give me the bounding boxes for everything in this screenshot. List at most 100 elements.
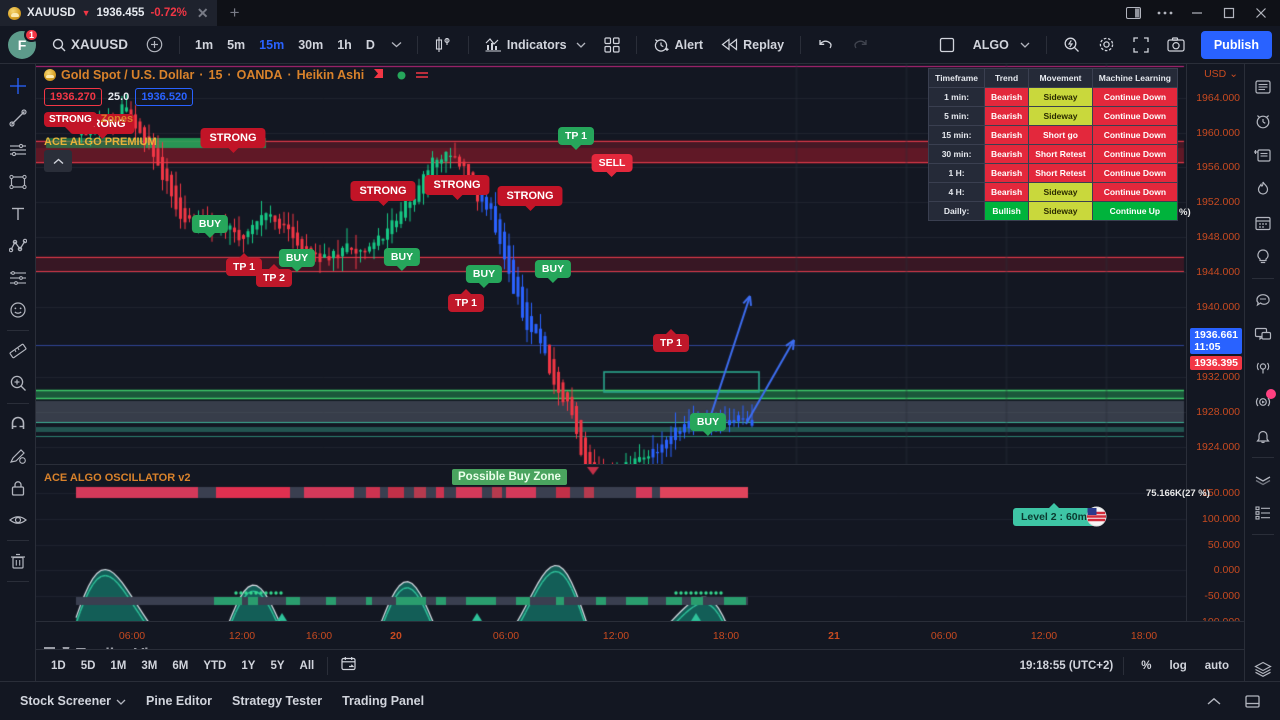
collapse-panel-button[interactable]: [1197, 692, 1231, 711]
price-tick: 1932.000: [1196, 371, 1240, 383]
add-symbol-button[interactable]: [138, 31, 171, 59]
log-scale-button[interactable]: log: [1162, 657, 1193, 675]
range-1M[interactable]: 1M: [103, 657, 133, 675]
cross-cursor-icon[interactable]: [3, 70, 33, 102]
symbol-search-button[interactable]: XAUUSD: [44, 31, 136, 59]
minimize-icon[interactable]: [1182, 0, 1212, 26]
goto-date-button[interactable]: [334, 653, 365, 678]
legend-menu-icon[interactable]: [416, 71, 429, 80]
calendar-icon[interactable]: [1248, 206, 1278, 240]
quick-search-button[interactable]: [1055, 31, 1088, 59]
price-scale-currency[interactable]: USD ⌄: [1204, 68, 1238, 80]
trend-line-icon[interactable]: [3, 102, 33, 134]
divider: [1045, 35, 1047, 54]
range-5Y[interactable]: 5Y: [263, 657, 291, 675]
pattern-tool-icon[interactable]: [3, 230, 33, 262]
range-YTD[interactable]: YTD: [196, 657, 233, 675]
ideas-bulb-icon[interactable]: [1248, 240, 1278, 274]
public-chat-icon[interactable]: [1248, 317, 1278, 351]
cell-trend: Bearish: [983, 106, 1030, 126]
percent-scale-button[interactable]: %: [1134, 657, 1158, 675]
timeframe-more-button[interactable]: [384, 31, 409, 59]
replay-button[interactable]: Replay: [713, 31, 792, 59]
cell-machine-learning: Continue Down: [1091, 106, 1179, 126]
drawing-mode-icon[interactable]: [3, 440, 33, 472]
expand-panel-button[interactable]: [1235, 690, 1270, 713]
range-6M[interactable]: 6M: [165, 657, 195, 675]
timeframe-5m[interactable]: 5m: [220, 31, 252, 59]
undo-button[interactable]: [809, 31, 842, 59]
cell-movement: Sideway: [1028, 106, 1093, 126]
legend-exchange: OANDA: [236, 68, 283, 82]
stream-icon[interactable]: [1248, 385, 1278, 419]
magnet-icon[interactable]: [3, 408, 33, 440]
lock-icon[interactable]: [3, 472, 33, 504]
fullscreen-button[interactable]: [1125, 31, 1157, 59]
legend-collapse-button[interactable]: [44, 150, 72, 172]
timeframe-1m[interactable]: 1m: [188, 31, 220, 59]
hotlist-fire-icon[interactable]: [1248, 172, 1278, 206]
alert-button[interactable]: Alert: [645, 31, 711, 59]
notifications-bell-icon[interactable]: [1248, 419, 1278, 453]
footer-stock-screener[interactable]: Stock Screener: [10, 689, 136, 713]
layout-square-button[interactable]: [931, 31, 963, 59]
legend-title-row[interactable]: Gold Spot / U.S. Dollar · 15 · OANDA · H…: [44, 68, 429, 82]
alerts-clock-icon[interactable]: [1248, 104, 1278, 138]
chat-cloud-icon[interactable]: [1248, 283, 1278, 317]
time-tick: 06:00: [930, 630, 958, 642]
settings-button[interactable]: [1090, 31, 1123, 59]
range-1D[interactable]: 1D: [44, 657, 73, 675]
table-header-row: Timeframe Trend Movement Machine Learning: [928, 68, 1179, 88]
emoji-icon[interactable]: [3, 294, 33, 326]
footer-trading-panel[interactable]: Trading Panel: [332, 689, 434, 713]
range-1Y[interactable]: 1Y: [234, 657, 262, 675]
timeframe-30m[interactable]: 30m: [291, 31, 330, 59]
maximize-icon[interactable]: [1214, 0, 1244, 26]
footer-pine-editor[interactable]: Pine Editor: [136, 689, 222, 713]
timeframe-15m[interactable]: 15m: [252, 31, 291, 59]
timeframe-D[interactable]: D: [359, 31, 382, 59]
hide-drawings-icon[interactable]: [3, 504, 33, 536]
zoom-in-icon[interactable]: [3, 367, 33, 399]
indicators-button[interactable]: Indicators: [477, 31, 594, 59]
trash-icon[interactable]: [3, 545, 33, 577]
new-tab-button[interactable]: +: [218, 3, 252, 23]
publish-button[interactable]: Publish: [1200, 30, 1272, 59]
range-All[interactable]: All: [293, 657, 322, 675]
redo-button[interactable]: [844, 31, 877, 59]
watchlist-icon[interactable]: [1248, 70, 1278, 104]
close-icon[interactable]: ✕: [197, 5, 209, 22]
time-scale-axis[interactable]: 06:00 12:00 16:00 20 06:00 12:00 18:00 21 06:00 1…: [36, 621, 1244, 649]
ellipsis-icon[interactable]: [1150, 0, 1180, 26]
signal-flag-tp-1: TP 1: [653, 329, 689, 352]
panel-layout-icon[interactable]: [1118, 0, 1148, 26]
object-tree-icon[interactable]: [1248, 496, 1278, 530]
chevron-down-icon[interactable]: [576, 42, 586, 48]
rectangle-shape-icon[interactable]: [3, 166, 33, 198]
chart-type-button[interactable]: [426, 31, 460, 59]
user-avatar[interactable]: F 1: [8, 27, 39, 59]
auto-scale-button[interactable]: auto: [1198, 657, 1236, 675]
prediction-tool-icon[interactable]: [3, 262, 33, 294]
broadcast-icon[interactable]: [1248, 351, 1278, 385]
timeframe-1h[interactable]: 1h: [330, 31, 359, 59]
measure-ruler-icon[interactable]: [3, 335, 33, 367]
data-window-icon[interactable]: [1248, 138, 1278, 172]
fullscreen-icon: [1133, 36, 1149, 53]
templates-button[interactable]: [596, 31, 628, 59]
chart-canvas-area[interactable]: Gold Spot / U.S. Dollar · 15 · OANDA · H…: [36, 64, 1244, 649]
tradingview-watermark: TradingView: [44, 645, 170, 649]
range-5D[interactable]: 5D: [74, 657, 103, 675]
current-price-value: 1936.661: [1194, 329, 1238, 341]
layout-name-button[interactable]: ALGO: [965, 31, 1038, 59]
chart-tab[interactable]: XAUUSD ▼ 1936.455 -0.72% ✕: [0, 0, 218, 26]
chevron-up-icon: [53, 158, 63, 164]
footer-strategy-tester[interactable]: Strategy Tester: [222, 689, 332, 713]
range-3M[interactable]: 3M: [134, 657, 164, 675]
close-icon[interactable]: [1246, 0, 1276, 26]
snapshot-button[interactable]: [1159, 31, 1193, 59]
horizontal-lines-icon[interactable]: [3, 134, 33, 166]
text-tool-icon[interactable]: [3, 198, 33, 230]
following-icon[interactable]: [1248, 462, 1278, 496]
price-scale-axis[interactable]: USD ⌄ 1964.000 1960.000 1956.000 1952.000 19…: [1186, 64, 1244, 654]
